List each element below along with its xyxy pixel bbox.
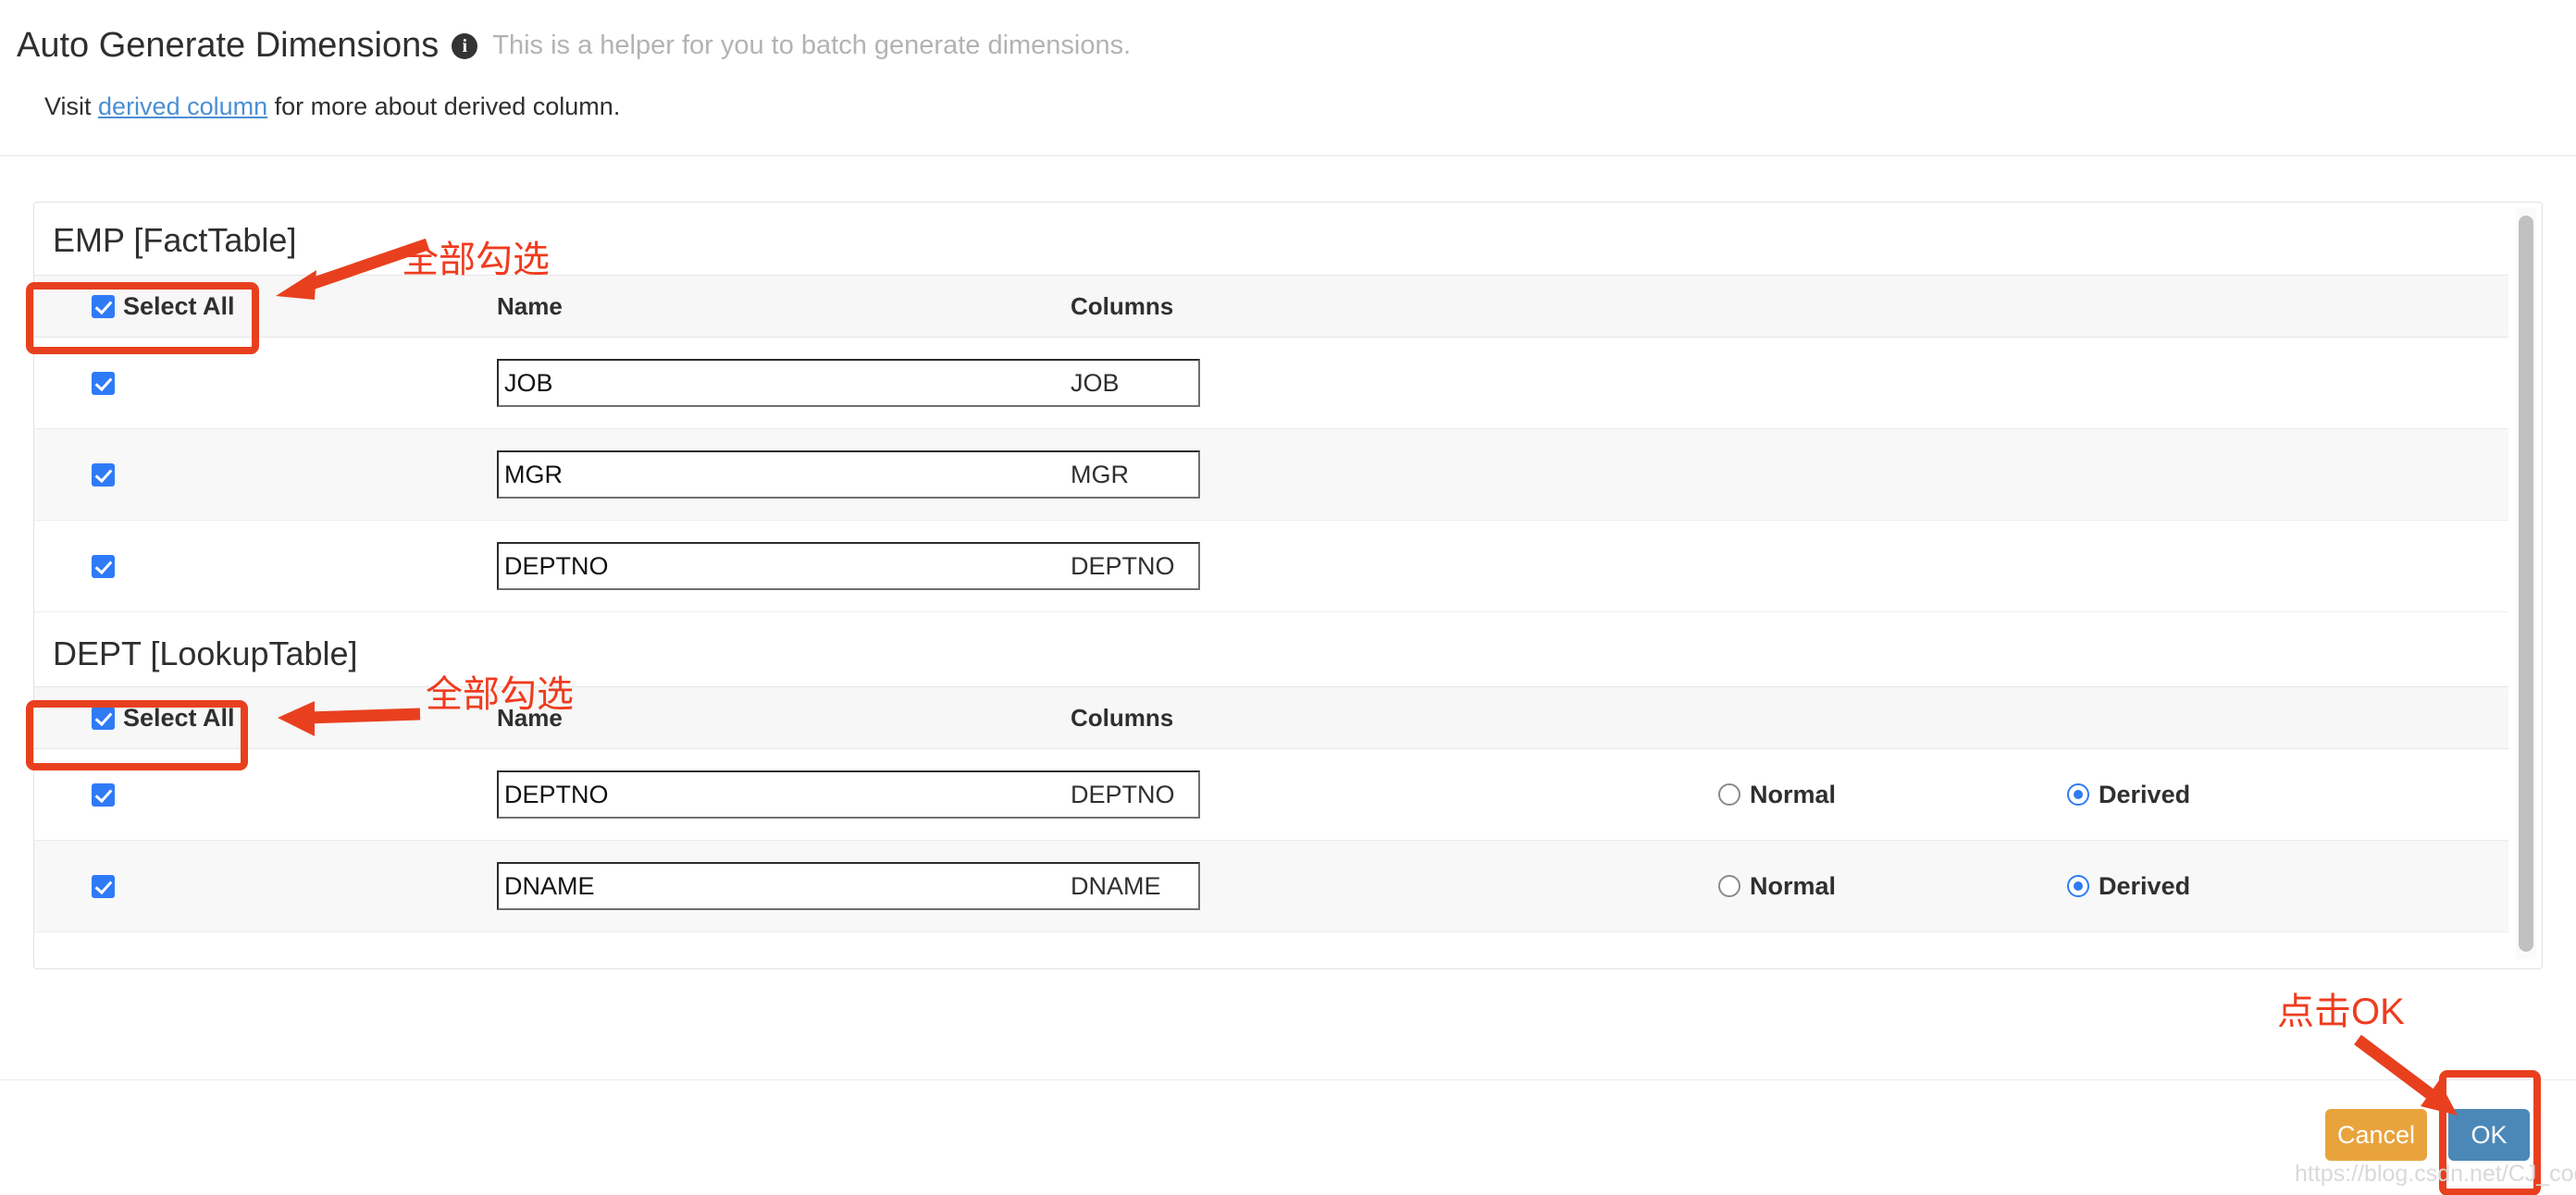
derived-column-link[interactable]: derived column <box>98 92 267 120</box>
radio-normal[interactable] <box>1718 875 1740 897</box>
row-name-cell <box>497 429 1200 521</box>
row-checkbox[interactable] <box>92 874 115 898</box>
column-header-mode-emp <box>1718 276 2508 338</box>
row-name-cell <box>497 749 1200 841</box>
row-name-cell <box>497 521 1200 612</box>
table-header-row-dept: Select All Name Columns <box>34 686 2508 749</box>
row-mode-cell <box>1718 338 2508 429</box>
select-all-checkbox-dept[interactable] <box>92 707 115 731</box>
row-mode-cell: Normal Derived <box>1718 841 2508 932</box>
footer-divider <box>0 1079 2576 1080</box>
tables-panel: EMP [FactTable] Select All Name Columns <box>33 202 2543 969</box>
row-mode-cell: Normal Derived <box>1718 749 2508 841</box>
ok-button[interactable]: OK <box>2448 1109 2530 1161</box>
visit-prefix-text: Visit <box>44 92 99 120</box>
column-header-name-dept: Name <box>497 703 563 732</box>
row-checkbox[interactable] <box>92 554 115 578</box>
row-checkbox-cell[interactable] <box>34 841 497 932</box>
select-all-cell-emp[interactable]: Select All <box>34 276 497 338</box>
row-name-cell <box>497 338 1200 429</box>
radio-derived[interactable] <box>2067 783 2090 806</box>
select-all-label-dept: Select All <box>123 704 235 733</box>
row-mode-cell <box>1718 521 2508 612</box>
radio-derived-label: Derived <box>2099 871 2191 900</box>
row-checkbox-cell[interactable] <box>34 338 497 429</box>
select-all-checkbox-emp[interactable] <box>92 295 115 319</box>
mode-option-derived[interactable]: Derived <box>2067 872 2190 901</box>
table-header-row-emp: Select All Name Columns <box>34 275 2508 338</box>
table-row: DEPTNO Normal Derived <box>34 749 2508 841</box>
mode-option-normal[interactable]: Normal <box>1718 872 1836 901</box>
auto-generate-dimensions-dialog: Auto Generate Dimensions i This is a hel… <box>0 0 2576 1195</box>
column-header-columns-emp: Columns <box>1071 291 1174 320</box>
row-checkbox[interactable] <box>92 782 115 807</box>
column-header-columns-dept: Columns <box>1071 703 1174 732</box>
column-header-mode-dept <box>1718 687 2508 749</box>
header-subtitle: This is a helper for you to batch genera… <box>492 31 1132 60</box>
radio-normal-label: Normal <box>1750 780 1837 808</box>
row-column-name: DEPTNO <box>1071 551 1175 580</box>
row-checkbox-cell[interactable] <box>34 749 497 841</box>
table-row: MGR <box>34 428 2508 521</box>
mode-option-normal[interactable]: Normal <box>1718 781 1836 809</box>
cancel-button[interactable]: Cancel <box>2325 1109 2427 1161</box>
mode-option-derived[interactable]: Derived <box>2067 781 2190 809</box>
radio-normal[interactable] <box>1718 783 1740 806</box>
radio-normal-label: Normal <box>1750 871 1837 900</box>
table-row: JOB <box>34 338 2508 429</box>
row-checkbox-cell[interactable] <box>34 429 497 521</box>
row-name-cell <box>497 841 1200 932</box>
radio-derived[interactable] <box>2067 875 2090 897</box>
header-divider <box>0 155 2576 156</box>
row-checkbox[interactable] <box>92 462 115 487</box>
column-header-name-emp: Name <box>497 291 563 320</box>
annotation-text-select-all-dept: 全部勾选 <box>426 674 574 715</box>
row-mode-cell <box>1718 429 2508 521</box>
table-row: DNAME Normal Derived <box>34 840 2508 932</box>
row-checkbox[interactable] <box>92 371 115 395</box>
watermark: https://blog.csdn.net/CJ_codingfish <box>2295 1161 2576 1187</box>
header-title-row: Auto Generate Dimensions i This is a hel… <box>17 26 1131 66</box>
row-column-name: DEPTNO <box>1071 780 1175 808</box>
page-title: Auto Generate Dimensions <box>17 26 440 65</box>
table-emp: Select All Name Columns JOB JOB MGR MGR … <box>34 275 2508 612</box>
visit-suffix-text: for more about derived column. <box>267 92 621 120</box>
section-title-dept: DEPT [LookupTable] <box>53 634 358 672</box>
derived-column-hint: Visit derived column for more about deri… <box>44 92 620 121</box>
row-checkbox-cell[interactable] <box>34 521 497 612</box>
annotation-text-click-ok: 点击OK <box>2277 992 2405 1032</box>
radio-derived-label: Derived <box>2099 780 2191 808</box>
info-icon[interactable]: i <box>452 32 478 59</box>
annotation-text-select-all-emp: 全部勾选 <box>402 240 550 280</box>
select-all-label-emp: Select All <box>123 292 235 321</box>
table-dept: Select All Name Columns DEPTNO DEPTNO No… <box>34 686 2508 932</box>
table-row: DEPTNO <box>34 521 2508 612</box>
scrollbar-thumb[interactable] <box>2519 216 2533 952</box>
